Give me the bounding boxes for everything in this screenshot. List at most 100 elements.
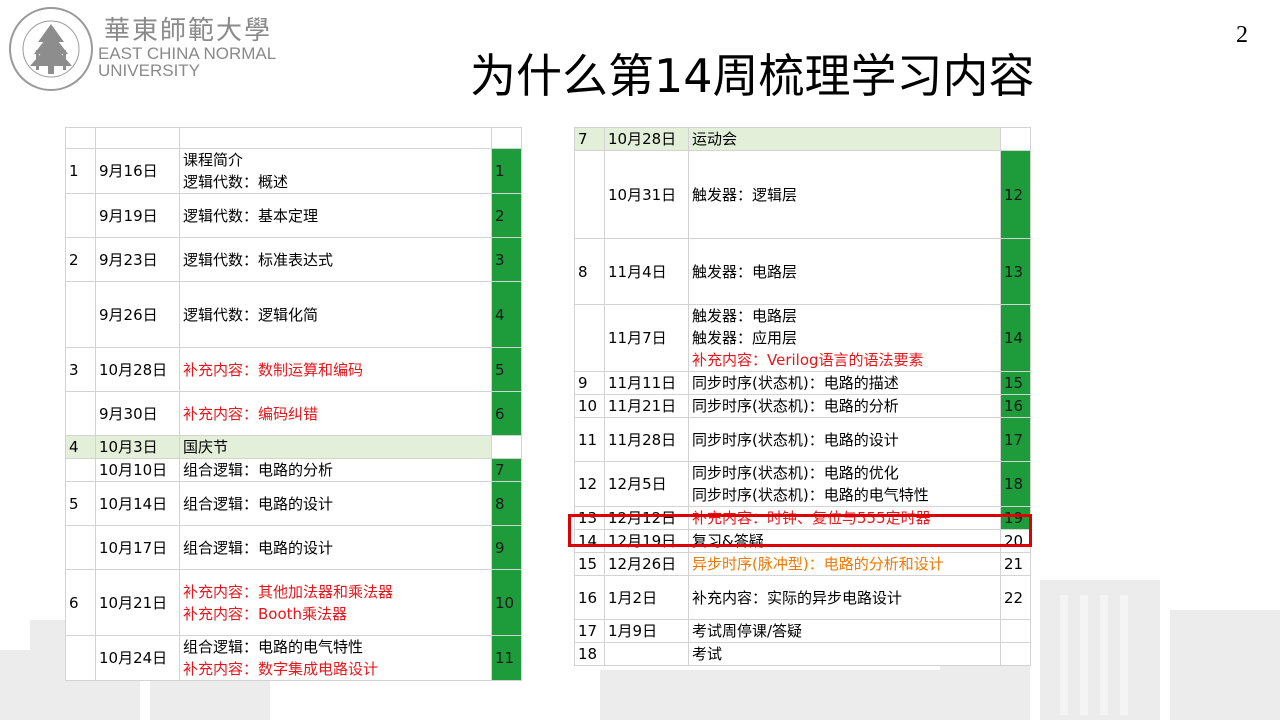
university-logo: 華東師範大學 EAST CHINA NORMAL UNIVERSITY	[8, 6, 308, 91]
schedule-row: 18 考试	[574, 642, 1031, 666]
week-cell: 11	[574, 417, 605, 462]
week-cell	[65, 391, 96, 436]
schedule-table-right: 7 10月28日 运动会 10月31日 触发器：逻辑层 12 8 11月4日 触发器：电路层 13…	[574, 127, 1031, 666]
logo-english-line2: UNIVERSITY	[98, 61, 201, 80]
content-cell: 考试周停课/答疑	[688, 619, 1001, 643]
content-line: 逻辑代数：基本定理	[183, 206, 319, 225]
content-cell: 课程简介 逻辑代数：概述	[179, 148, 492, 194]
schedule-row: 10月17日 组合逻辑：电路的设计 9	[65, 525, 522, 570]
week-cell	[574, 304, 605, 372]
week-cell: 16	[574, 575, 605, 620]
content-cell: 逻辑代数：基本定理	[179, 193, 492, 238]
week-cell: 9	[574, 371, 605, 395]
date-cell: 10月14日	[95, 481, 180, 526]
page-title: 为什么第14周梳理学习内容	[470, 49, 1035, 103]
content-line: 逻辑代数：逻辑化简	[183, 305, 319, 324]
date-cell: 12月26日	[604, 552, 689, 576]
date-cell: 11月11日	[604, 371, 689, 395]
date-cell: 11月21日	[604, 394, 689, 418]
content-cell: 组合逻辑：电路的分析	[179, 458, 492, 482]
content-cell: 同步时序(状态机)：电路的描述	[688, 371, 1001, 395]
schedule-row: 12 12月5日 同步时序(状态机)：电路的优化 同步时序(状态机)：电路的电气特性 1…	[574, 461, 1031, 507]
date-cell: 11月4日	[604, 238, 689, 305]
week-cell: 17	[574, 619, 605, 643]
date-cell: 9月23日	[95, 237, 180, 282]
lesson-number-cell: 10	[491, 569, 522, 636]
schedule-row: 15 12月26日 异步时序(脉冲型)：电路的分析和设计 21	[574, 552, 1031, 576]
content-cell: 运动会	[688, 127, 1001, 151]
lesson-number-cell	[1000, 642, 1031, 666]
schedule-row: 10月10日 组合逻辑：电路的分析 7	[65, 458, 522, 482]
lesson-number-cell: 22	[1000, 575, 1031, 620]
content-line: 补充内容：其他加法器和乘法器	[183, 582, 394, 601]
date-cell: 10月10日	[95, 458, 180, 482]
content-cell: 同步时序(状态机)：电路的分析	[688, 394, 1001, 418]
date-cell: 10月24日	[95, 635, 180, 681]
lesson-number-cell: 3	[491, 237, 522, 282]
week-cell: 12	[574, 461, 605, 507]
content-line: 组合逻辑：电路的分析	[183, 461, 334, 479]
week-cell: 1	[65, 148, 96, 194]
content-line: 触发器：电路层	[692, 307, 798, 325]
schedule-row: 4 10月3日 国庆节	[65, 435, 522, 459]
week-cell	[574, 150, 605, 239]
date-cell: 9月26日	[95, 281, 180, 348]
content-cell: 补充内容：数制运算和编码	[179, 347, 492, 392]
content-line: 同步时序(状态机)：电路的分析	[692, 397, 899, 415]
content-line: 逻辑代数：概述	[183, 173, 289, 191]
week-cell: 8	[574, 238, 605, 305]
date-cell: 10月17日	[95, 525, 180, 570]
highlight-box-week14	[568, 514, 1032, 547]
schedule-row: 6 10月21日 补充内容：其他加法器和乘法器 补充内容：Booth乘法器 10	[65, 569, 522, 636]
lesson-number-cell: 8	[491, 481, 522, 526]
lesson-number-cell: 9	[491, 525, 522, 570]
content-line: 组合逻辑：电路的设计	[183, 538, 334, 557]
content-line: 补充内容：Booth乘法器	[183, 604, 348, 623]
lesson-number-cell	[1000, 127, 1031, 151]
content-cell: 逻辑代数：逻辑化简	[179, 281, 492, 348]
content-line: 组合逻辑：电路的设计	[183, 494, 334, 513]
schedule-row: 2 9月23日 逻辑代数：标准表达式 3	[65, 237, 522, 282]
lesson-number-cell: 5	[491, 347, 522, 392]
content-cell	[179, 127, 492, 149]
date-cell: 10月21日	[95, 569, 180, 636]
date-cell: 9月30日	[95, 391, 180, 436]
content-line: 触发器：电路层	[692, 262, 798, 281]
university-seal-icon	[9, 7, 93, 91]
lesson-number-cell: 1	[491, 148, 522, 194]
content-line: 同步时序(状态机)：电路的优化	[692, 464, 899, 482]
content-line: 触发器：应用层	[692, 329, 798, 347]
week-cell	[65, 127, 96, 149]
date-cell: 10月3日	[95, 435, 180, 459]
lesson-number-cell: 4	[491, 281, 522, 348]
week-cell: 7	[574, 127, 605, 151]
week-cell	[65, 525, 96, 570]
content-line: 同步时序(状态机)：电路的电气特性	[692, 486, 929, 504]
lesson-number-cell	[491, 127, 522, 149]
lesson-number-cell: 16	[1000, 394, 1031, 418]
week-cell: 18	[574, 642, 605, 666]
date-cell: 9月19日	[95, 193, 180, 238]
schedule-row: 1 9月16日 课程简介 逻辑代数：概述 1	[65, 148, 522, 194]
schedule-row: 10月24日 组合逻辑：电路的电气特性 补充内容：数字集成电路设计 11	[65, 635, 522, 681]
schedule-row: 11月7日 触发器：电路层 触发器：应用层 补充内容：Verilog语言的语法要素 14	[574, 304, 1031, 372]
content-cell: 异步时序(脉冲型)：电路的分析和设计	[688, 552, 1001, 576]
schedule-row	[65, 127, 522, 149]
week-cell	[65, 458, 96, 482]
week-cell: 6	[65, 569, 96, 636]
schedule-row: 9月30日 补充内容：编码纠错 6	[65, 391, 522, 436]
schedule-row: 3 10月28日 补充内容：数制运算和编码 5	[65, 347, 522, 392]
lesson-number-cell: 17	[1000, 417, 1031, 462]
date-cell: 10月31日	[604, 150, 689, 239]
content-cell: 补充内容：其他加法器和乘法器 补充内容：Booth乘法器	[179, 569, 492, 636]
logo-chinese-name: 華東師範大學	[104, 16, 273, 46]
content-line: 补充内容：实际的异步电路设计	[692, 588, 903, 607]
date-cell: 10月28日	[604, 127, 689, 151]
date-cell: 10月28日	[95, 347, 180, 392]
content-line: 异步时序(脉冲型)：电路的分析和设计	[692, 555, 944, 573]
lesson-number-cell: 13	[1000, 238, 1031, 305]
lesson-number-cell	[491, 435, 522, 459]
content-cell: 补充内容：实际的异步电路设计	[688, 575, 1001, 620]
content-cell: 逻辑代数：标准表达式	[179, 237, 492, 282]
content-cell: 组合逻辑：电路的设计	[179, 481, 492, 526]
